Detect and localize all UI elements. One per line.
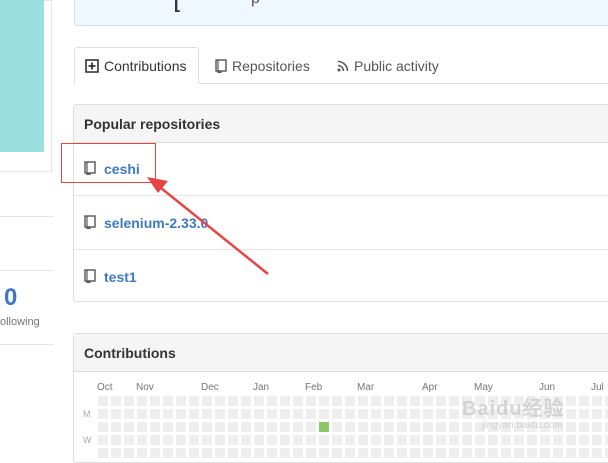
annotation-arrow: [147, 177, 269, 275]
watermark: Baidu经验: [462, 398, 565, 420]
watermark-url: jingyan.baidu.com: [482, 420, 563, 431]
